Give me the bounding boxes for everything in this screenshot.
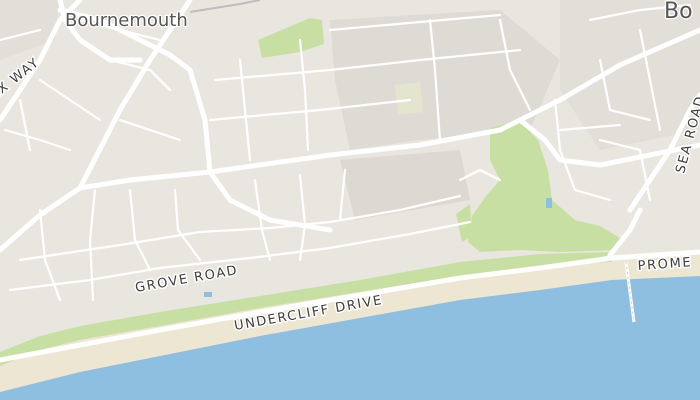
pond (546, 198, 552, 208)
town-label-edge: Bo (664, 0, 693, 24)
park-small (395, 82, 423, 115)
town-label-bournemouth: Bournemouth (65, 10, 188, 31)
pool (204, 292, 212, 297)
map-canvas: Bournemouth Bo GROVE ROAD UNDERCLIFF DRI… (0, 0, 700, 400)
map-view[interactable]: Bournemouth Bo GROVE ROAD UNDERCLIFF DRI… (0, 0, 700, 400)
